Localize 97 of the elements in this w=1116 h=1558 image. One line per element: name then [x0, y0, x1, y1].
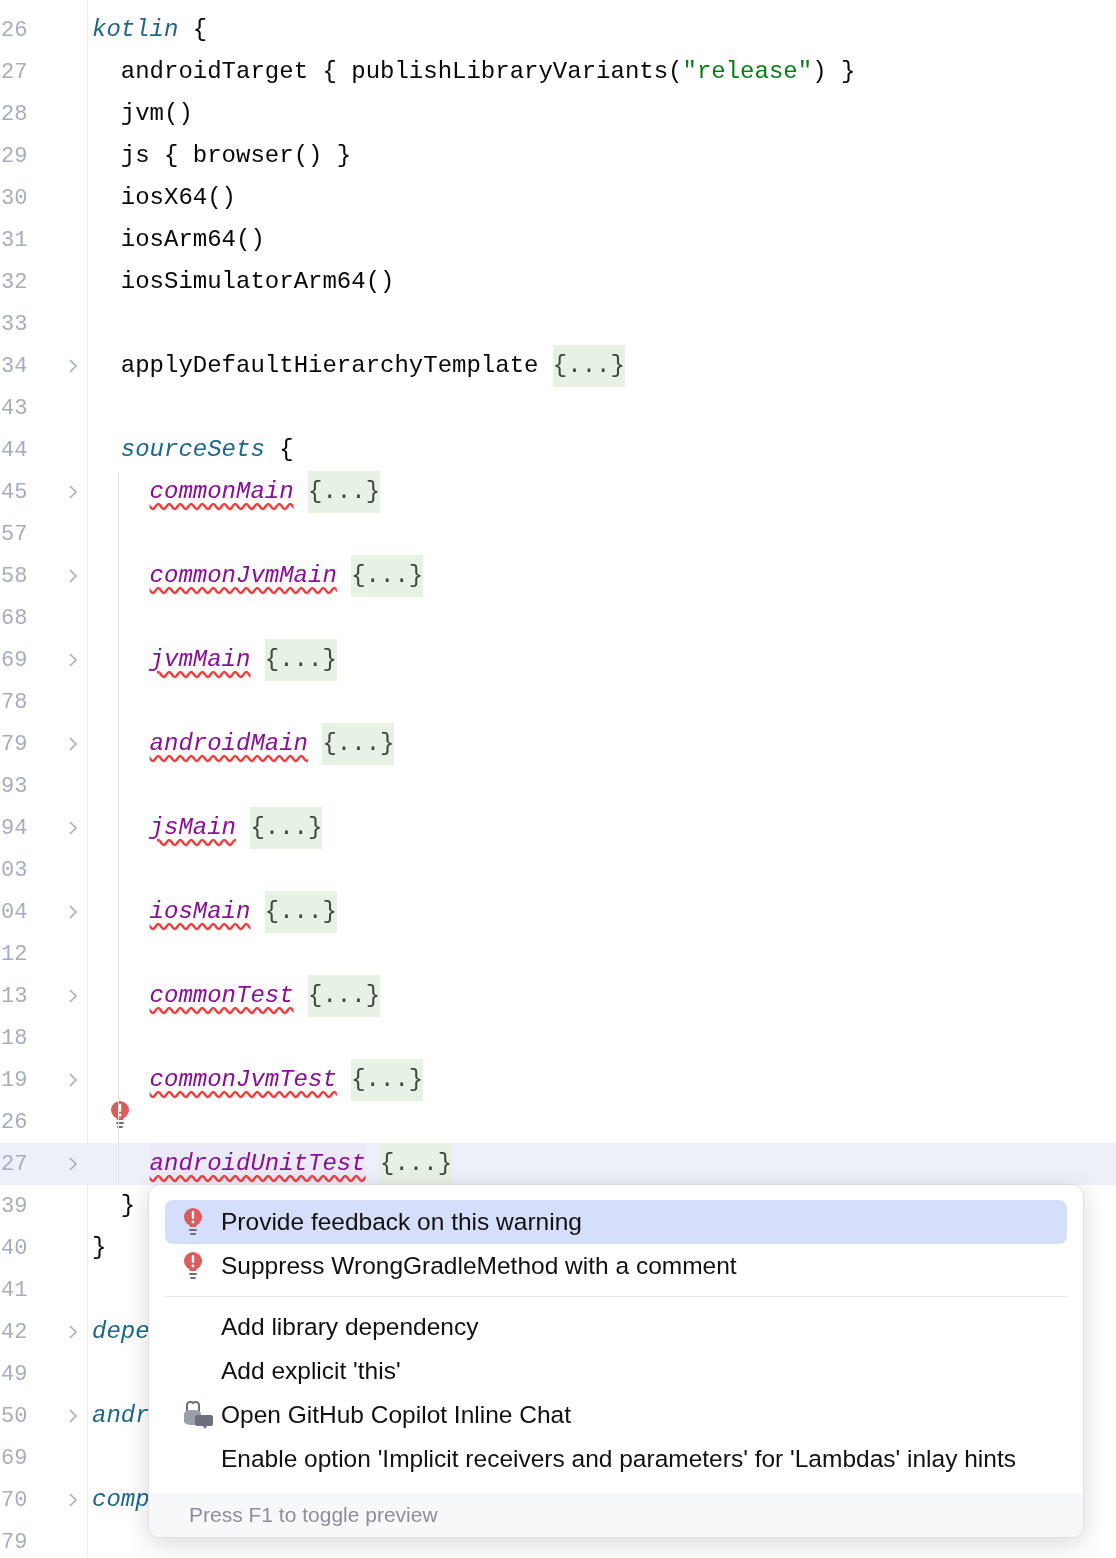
fold-chevron-icon[interactable]: [68, 820, 78, 836]
line-number: 79: [1, 1528, 28, 1557]
line-number: 33: [1, 310, 28, 339]
line-number: 31: [1, 226, 28, 255]
fold-chevron-icon[interactable]: [68, 1156, 78, 1172]
line-number: 57: [1, 520, 28, 549]
code-text: iosSimulatorArm64(): [120, 267, 395, 297]
quick-fix-item[interactable]: Add library dependency: [165, 1305, 1067, 1349]
warning-bulb-icon: [183, 1251, 203, 1281]
code-text: }: [120, 1191, 136, 1221]
warning-bulb-icon: [183, 1207, 203, 1237]
source-set-name: commonTest: [149, 981, 294, 1011]
fold-chevron-icon[interactable]: [68, 1072, 78, 1088]
fold-chevron-icon[interactable]: [68, 1492, 78, 1508]
code-text: }: [92, 1233, 107, 1263]
code-keyword: comp: [92, 1485, 150, 1515]
line-number: 94: [1, 814, 28, 843]
line-number: 27: [1, 58, 28, 87]
line-number: 69: [1, 1444, 28, 1473]
line-number: 44: [1, 436, 28, 465]
code-text: jvm(): [120, 99, 193, 129]
source-set-name: jsMain: [149, 813, 236, 843]
line-number: 27: [1, 1150, 28, 1179]
fold-chevron-icon[interactable]: [68, 358, 78, 374]
line-number: 19: [1, 1066, 28, 1095]
line-number: 93: [1, 772, 28, 801]
folded-code-placeholder[interactable]: {...}: [308, 975, 381, 1017]
code-text: ) }: [812, 57, 856, 87]
code-text: androidTarget { publishLibraryVariants(: [120, 57, 683, 87]
folded-code-placeholder[interactable]: {...}: [308, 471, 381, 513]
line-number: 42: [1, 1318, 28, 1347]
line-number: 32: [1, 268, 28, 297]
quick-fix-item[interactable]: Open GitHub Copilot Inline Chat: [165, 1393, 1067, 1437]
source-set-name: iosMain: [149, 897, 251, 927]
folded-code-placeholder[interactable]: {...}: [264, 639, 337, 681]
fold-chevron-icon[interactable]: [68, 652, 78, 668]
quick-fix-item[interactable]: Suppress WrongGradleMethod with a comment: [165, 1244, 1067, 1288]
folded-code-placeholder[interactable]: {...}: [380, 1143, 453, 1185]
line-number: 69: [1, 646, 28, 675]
fold-chevron-icon[interactable]: [68, 1324, 78, 1340]
line-number: 04: [1, 898, 28, 927]
line-number: 78: [1, 688, 28, 717]
preview-hint: Press F1 to toggle preview: [189, 1502, 438, 1529]
fold-chevron-icon[interactable]: [68, 568, 78, 584]
code-text: applyDefaultHierarchyTemplate: [120, 351, 539, 381]
folded-code-placeholder[interactable]: {...}: [351, 555, 424, 597]
code-text: {: [278, 435, 294, 465]
code-keyword: sourceSets: [120, 435, 265, 465]
fold-chevron-icon[interactable]: [68, 1408, 78, 1424]
fold-chevron-icon[interactable]: [68, 988, 78, 1004]
line-number: 28: [1, 100, 28, 129]
source-set-name: androidMain: [149, 729, 309, 759]
code-keyword: depe: [92, 1317, 150, 1347]
line-number: 29: [1, 142, 28, 171]
line-number: 41: [1, 1276, 28, 1305]
code-keyword: andr: [92, 1401, 150, 1431]
line-number: 03: [1, 856, 28, 885]
quick-fix-item[interactable]: Add explicit 'this': [165, 1349, 1067, 1393]
line-number: 30: [1, 184, 28, 213]
line-number: 13: [1, 982, 28, 1011]
code-text: {: [191, 15, 208, 45]
line-number: 26: [1, 1108, 28, 1137]
line-number: 18: [1, 1024, 28, 1053]
code-text: js { browser() }: [120, 141, 352, 171]
line-number: 43: [1, 394, 28, 423]
line-number: 70: [1, 1486, 28, 1515]
line-number: 34: [1, 352, 28, 381]
fold-chevron-icon[interactable]: [68, 736, 78, 752]
folded-code-placeholder[interactable]: {...}: [250, 807, 323, 849]
fold-chevron-icon[interactable]: [68, 484, 78, 500]
line-number: 26: [1, 16, 28, 45]
line-number: 49: [1, 1360, 28, 1389]
line-number: 58: [1, 562, 28, 591]
code-text: iosArm64(): [120, 225, 265, 255]
code-text: iosX64(): [120, 183, 236, 213]
folded-code-placeholder[interactable]: {...}: [552, 345, 625, 387]
line-number: 68: [1, 604, 28, 633]
folded-code-placeholder[interactable]: {...}: [322, 723, 395, 765]
quick-fix-item[interactable]: Enable option 'Implicit receivers and parameters' for 'Lambdas' inlay hints: [165, 1437, 1067, 1481]
line-number: 40: [1, 1234, 28, 1263]
line-number: 45: [1, 478, 28, 507]
source-set-name: commonMain: [149, 477, 294, 507]
line-number: 79: [1, 730, 28, 759]
folded-code-placeholder[interactable]: {...}: [351, 1059, 424, 1101]
copilot-chat-icon: [183, 1401, 213, 1429]
line-number: 12: [1, 940, 28, 969]
code-string: "release": [682, 57, 813, 87]
code-keyword: kotlin: [92, 15, 179, 45]
quick-fix-item[interactable]: Provide feedback on this warning: [165, 1200, 1067, 1244]
source-set-name: commonJvmTest: [149, 1065, 337, 1095]
source-set-name: jvmMain: [149, 645, 251, 675]
folded-code-placeholder[interactable]: {...}: [264, 891, 337, 933]
source-set-name: commonJvmMain: [149, 561, 337, 591]
line-number: 50: [1, 1402, 28, 1431]
line-number: 39: [1, 1192, 28, 1221]
fold-chevron-icon[interactable]: [68, 904, 78, 920]
source-set-name: androidUnitTest: [149, 1143, 366, 1185]
